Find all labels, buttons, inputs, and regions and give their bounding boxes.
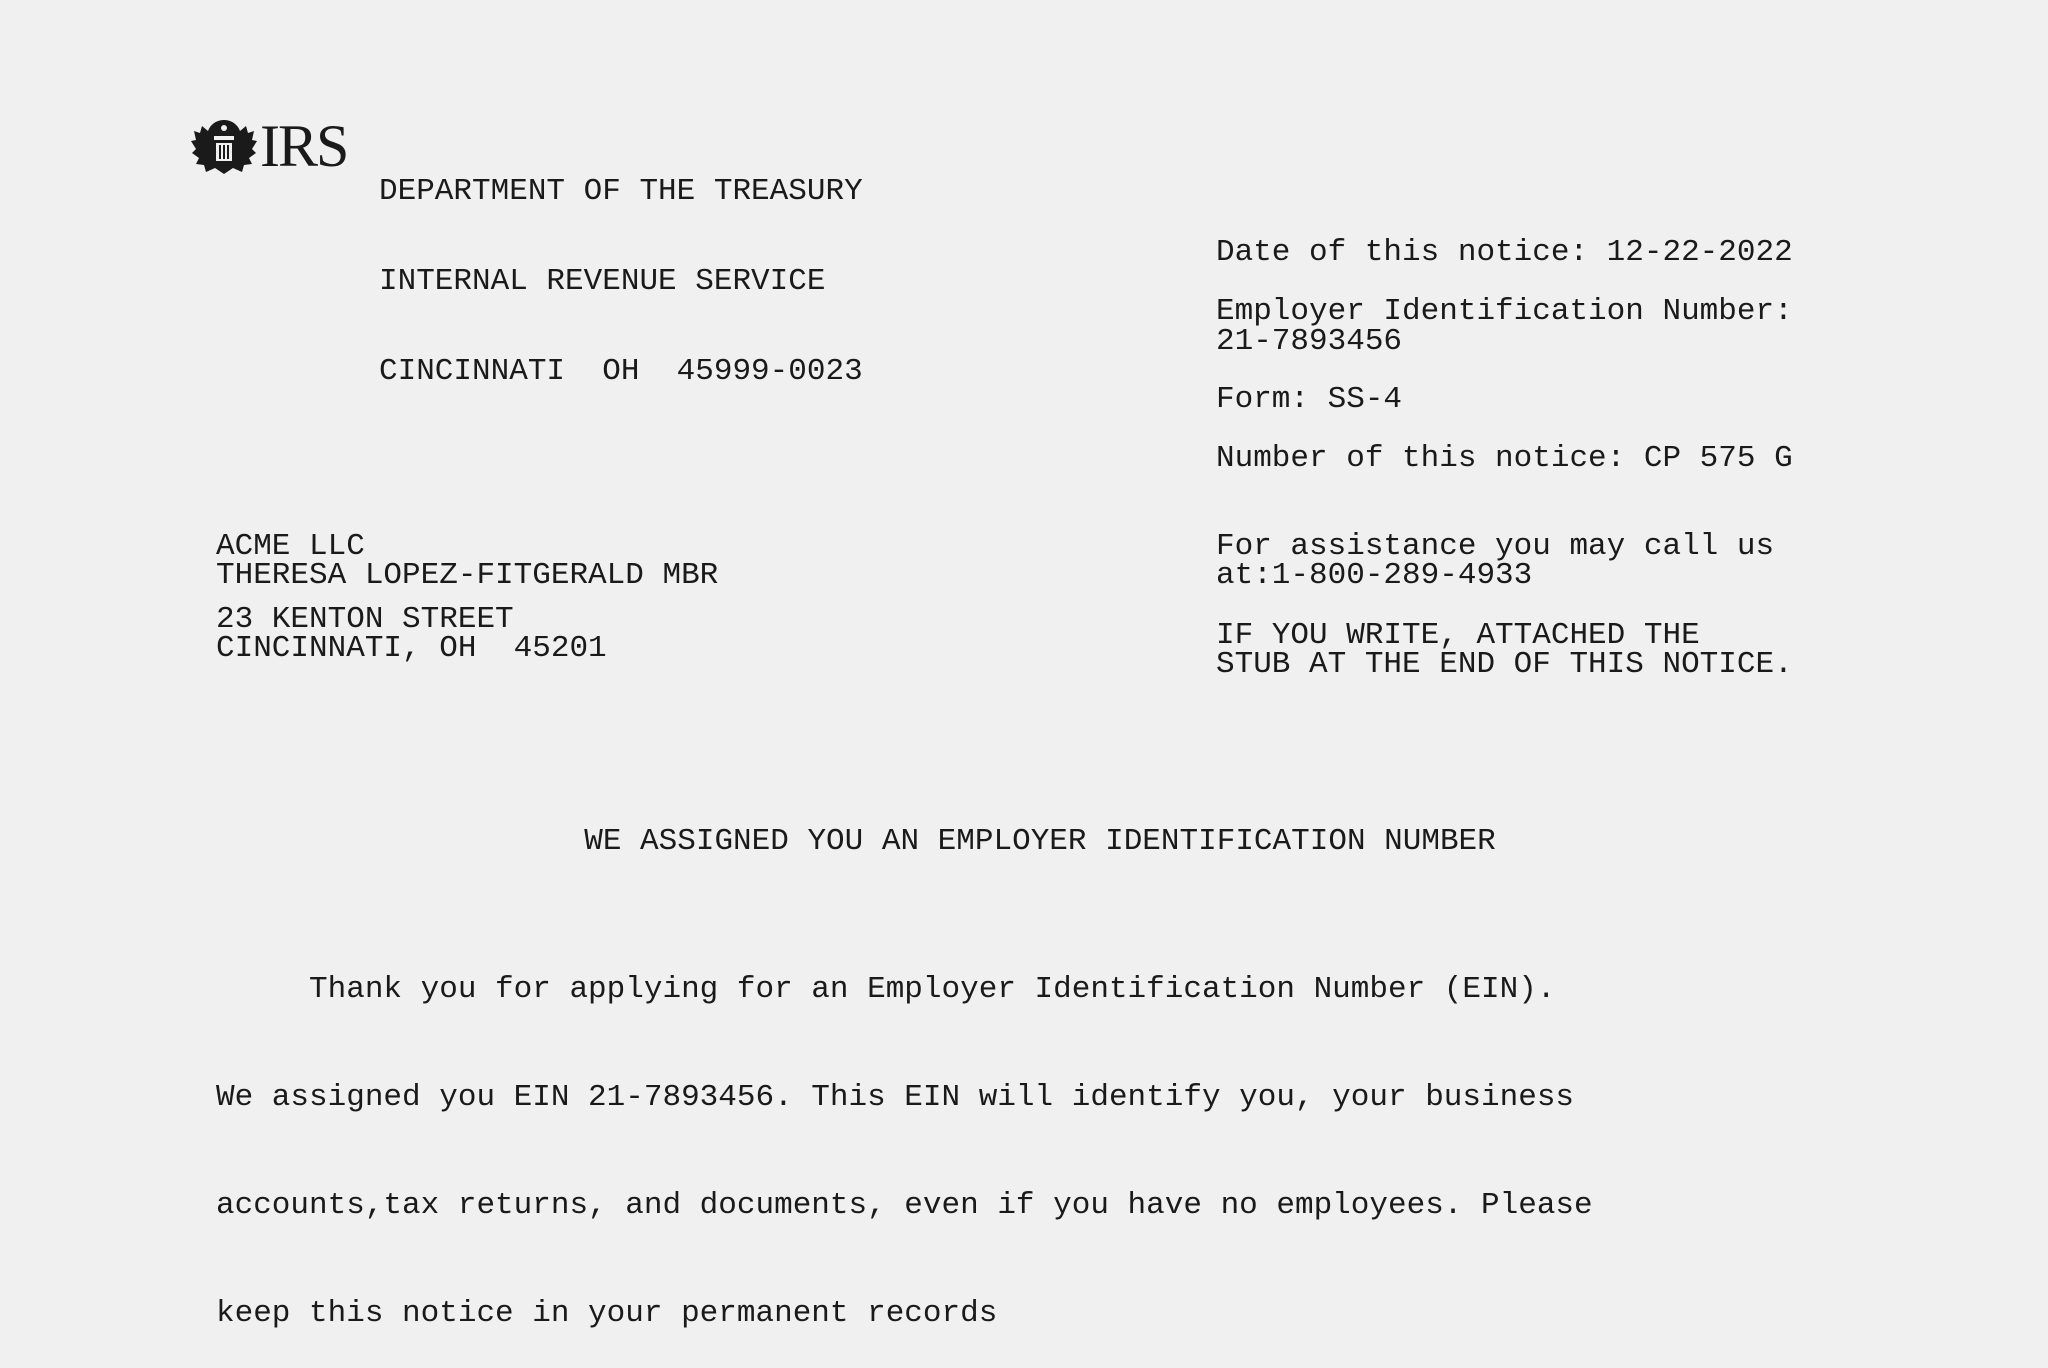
ein-value: 21-7893456 xyxy=(1216,324,1403,359)
irs-logo: IRS xyxy=(190,113,349,179)
body-line: keep this notice in your permanent recor… xyxy=(216,1296,998,1331)
letter-title: WE ASSIGNED YOU AN EMPLOYER IDENTIFICATI… xyxy=(584,824,1496,859)
body-line: accounts,tax returns, and documents, eve… xyxy=(216,1188,1593,1223)
write-instruction: STUB AT THE END OF THIS NOTICE. xyxy=(1216,647,1793,682)
form-line: Form: SS-4 xyxy=(1216,382,1403,417)
irs-eagle-icon xyxy=(191,120,257,174)
notice-date: Date of this notice: 12-22-2022 xyxy=(1216,235,1793,270)
recipient-city: CINCINNATI, OH 45201 xyxy=(216,631,607,666)
agency-address: DEPARTMENT OF THE TREASURY INTERNAL REVE… xyxy=(379,117,863,417)
ein-label: Employer Identification Number: xyxy=(1216,294,1793,329)
body-line: Thank you for applying for an Employer I… xyxy=(216,972,1556,1007)
body-line: We assigned you EIN 21-7893456. This EIN… xyxy=(216,1080,1575,1115)
assistance-phone: at:1-800-289-4933 xyxy=(1216,558,1533,593)
irs-wordmark: IRS xyxy=(260,113,349,179)
notice-number: Number of this notice: CP 575 G xyxy=(1216,441,1793,476)
agency-line: INTERNAL REVENUE SERVICE xyxy=(379,264,826,299)
recipient-contact: THERESA LOPEZ-FITGERALD MBR xyxy=(216,558,719,593)
agency-line: CINCINNATI OH 45999-0023 xyxy=(379,354,863,389)
letter-body: Thank you for applying for an Employer I… xyxy=(216,900,1593,1368)
agency-line: DEPARTMENT OF THE TREASURY xyxy=(379,174,863,209)
